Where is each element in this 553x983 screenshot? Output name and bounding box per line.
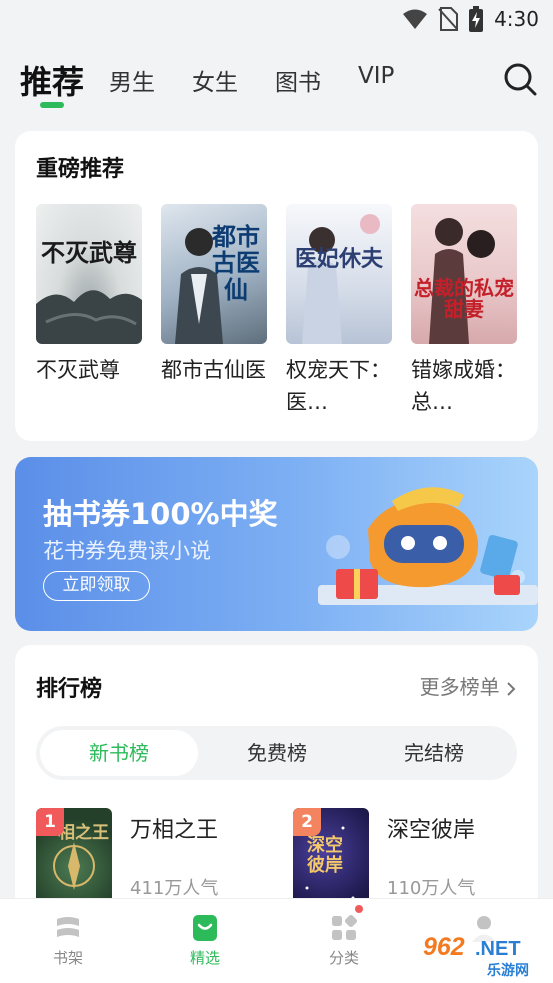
banner-subtitle: 花书券免费读小说 xyxy=(43,539,211,563)
segment-free[interactable]: 免费榜 xyxy=(198,730,356,776)
cover-title: 都市古医仙 xyxy=(212,222,260,304)
more-rankings-label: 更多榜单 xyxy=(419,675,500,699)
status-icons: 4:30 xyxy=(402,6,539,32)
mountain-ink-art xyxy=(36,290,142,344)
book-card[interactable]: 不灭武尊 不灭武尊 xyxy=(36,204,142,386)
tab-male[interactable]: 男生 xyxy=(109,63,155,97)
tab-books[interactable]: 图书 xyxy=(275,63,321,97)
book-title: 都市古仙医 xyxy=(161,358,266,382)
cover-title: 相之王 xyxy=(58,823,109,843)
chevron-right-icon xyxy=(507,681,516,696)
active-tab-indicator xyxy=(40,102,64,108)
cover-title: 深空彼岸 xyxy=(307,835,343,876)
status-bar: 4:30 xyxy=(0,0,553,40)
ranking-popularity: 411万人气 xyxy=(130,878,219,899)
svg-text:962: 962 xyxy=(423,933,465,961)
bottom-nav-label: 书架 xyxy=(52,949,83,967)
tab-vip[interactable]: VIP xyxy=(358,63,394,89)
featured-icon xyxy=(193,915,217,941)
book-cover: 医妃休夫 xyxy=(286,204,392,344)
svg-text:.NET: .NET xyxy=(475,938,521,960)
book-cover: 总裁的私宠甜妻 xyxy=(411,204,517,344)
couple-figure-art xyxy=(429,218,495,344)
cover-title: 不灭武尊 xyxy=(41,238,137,267)
character-figure-art xyxy=(302,214,380,344)
search-icon[interactable] xyxy=(503,62,537,96)
tab-recommend[interactable]: 推荐 xyxy=(20,57,84,103)
promo-banner[interactable]: 抽书券100%中奖 花书券免费读小说 立即领取 xyxy=(15,457,538,631)
app-screen: 4:30 推荐 男生 女生 图书 VIP 重磅推荐 不灭武尊 不灭武尊 都市古医… xyxy=(0,0,553,983)
category-icon xyxy=(332,905,363,940)
no-sim-icon xyxy=(438,7,459,31)
bookshelf-icon xyxy=(57,917,79,937)
bottom-nav-featured[interactable]: 精选 xyxy=(155,913,255,968)
segment-completed[interactable]: 完结榜 xyxy=(355,730,513,776)
rank-badge: 2 xyxy=(293,808,321,836)
claim-button[interactable]: 立即领取 xyxy=(43,571,150,601)
book-cover: 不灭武尊 xyxy=(36,204,142,344)
book-card[interactable]: 总裁的私宠甜妻 错嫁成婚：总… xyxy=(411,204,517,418)
ranking-segmented-control: 新书榜 免费榜 完结榜 xyxy=(36,726,517,780)
notification-dot xyxy=(355,905,363,913)
top-nav: 推荐 男生 女生 图书 VIP xyxy=(20,55,537,111)
segment-new-books[interactable]: 新书榜 xyxy=(40,730,198,776)
book-cover: 都市古医仙 xyxy=(161,204,267,344)
ranking-popularity: 110万人气 xyxy=(387,878,476,899)
tab-female[interactable]: 女生 xyxy=(192,63,238,97)
banner-title: 抽书券100%中奖 xyxy=(43,497,278,531)
cover-title: 总裁的私宠甜妻 xyxy=(414,276,514,321)
status-time: 4:30 xyxy=(494,7,539,31)
featured-section: 重磅推荐 不灭武尊 不灭武尊 都市古医仙 都市古仙医 医妃休夫 权宠天下：医… … xyxy=(15,131,538,441)
book-card[interactable]: 都市古医仙 都市古仙医 xyxy=(161,204,267,386)
site-watermark: 962 .NET 乐游网 xyxy=(415,925,549,981)
robot-mascot-illustration xyxy=(318,487,538,605)
book-title: 错嫁成婚：总… xyxy=(411,358,516,414)
bottom-nav-label: 精选 xyxy=(189,949,220,967)
watermark-logo: 962 .NET 乐游网 xyxy=(417,929,547,979)
ranking-title: 排行榜 xyxy=(36,677,103,702)
rank-badge: 1 xyxy=(36,808,64,836)
book-title: 权宠天下：医… xyxy=(286,358,391,414)
more-rankings-link[interactable]: 更多榜单 xyxy=(420,671,516,700)
wifi-icon xyxy=(403,9,428,29)
book-card[interactable]: 医妃休夫 权宠天下：医… xyxy=(286,204,392,418)
ranking-book-title: 深空彼岸 xyxy=(387,818,476,843)
bottom-nav-bookshelf[interactable]: 书架 xyxy=(18,913,118,968)
svg-text:乐游网: 乐游网 xyxy=(487,962,529,979)
ranking-book-title: 万相之王 xyxy=(130,818,219,843)
bottom-nav-label: 分类 xyxy=(328,949,359,967)
bottom-nav-category[interactable]: 分类 xyxy=(294,905,394,968)
cover-title: 医妃休夫 xyxy=(294,246,383,272)
battery-charging-icon xyxy=(469,6,484,32)
book-title: 不灭武尊 xyxy=(36,358,120,382)
featured-title: 重磅推荐 xyxy=(36,157,125,182)
